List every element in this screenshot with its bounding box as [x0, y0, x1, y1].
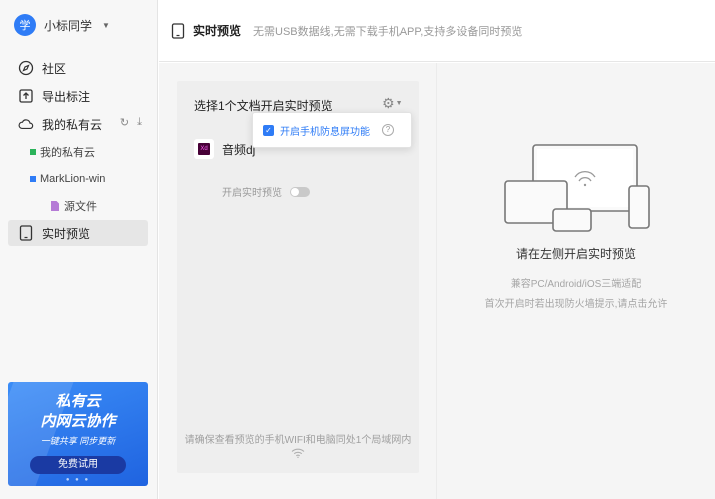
download-icon[interactable]: ⤓: [137, 116, 142, 129]
free-trial-button[interactable]: 免费试用: [30, 456, 126, 474]
devices-illustration: [503, 143, 653, 236]
cloud-icon: [18, 116, 34, 132]
screen-awake-checkbox[interactable]: ✓: [263, 124, 274, 136]
caret-down-icon[interactable]: ▼: [396, 100, 403, 107]
refresh-icon[interactable]: ↻: [120, 116, 129, 129]
promo-banner[interactable]: 私有云 内网云协作 一键共享 同步更新 免费试用 ● ● ●: [8, 382, 148, 486]
live-preview-toggle[interactable]: [290, 186, 310, 197]
tablet-icon: [171, 22, 185, 39]
compass-icon: [18, 60, 34, 76]
cloud-actions: ↻ ⤓: [120, 116, 142, 129]
sidebar-subitem-label: MarkLion-win: [40, 173, 106, 185]
sidebar-item-label: 实时预览: [42, 226, 91, 241]
export-icon: [18, 88, 34, 104]
settings-menu[interactable]: ⚙ ▼: [382, 95, 403, 112]
xd-file-icon: Xd: [194, 139, 214, 159]
sidebar-item-export[interactable]: 导出标注: [8, 83, 148, 109]
network-note: 请确保查看预览的手机WIFI和电脑同处1个局域网内: [184, 435, 412, 446]
sidebar-nav: 社区 导出标注 我的私有云 ↻ ⤓ 我的私有云 MarkLion-win 源文件…: [8, 55, 148, 248]
preview-placeholder: 请在左侧开启实时预览 兼容PC/Android/iOS三端适配 首次开启时若出现…: [436, 63, 715, 499]
file-icon: [50, 200, 60, 212]
sidebar-item-live-preview[interactable]: 实时预览: [8, 220, 148, 246]
live-preview-toggle-row: 开启实时预览: [222, 184, 310, 199]
sidebar-item-label: 导出标注: [42, 89, 91, 104]
tablet-icon: [18, 225, 34, 241]
carousel-dots[interactable]: ● ● ●: [8, 477, 148, 483]
document-item[interactable]: Xd 音频dj: [194, 139, 255, 159]
sidebar-subitem-my-cloud[interactable]: 我的私有云: [8, 139, 148, 165]
placeholder-title: 请在左侧开启实时预览: [515, 247, 636, 261]
help-icon[interactable]: ?: [382, 124, 394, 136]
sidebar-subitem-label: 我的私有云: [40, 147, 95, 159]
placeholder-compat: 兼容PC/Android/iOS三端适配: [510, 279, 642, 290]
user-menu[interactable]: 学 小标同学 ▼: [14, 14, 110, 36]
page-title: 实时预览: [193, 24, 242, 38]
toggle-label: 开启实时预览: [222, 188, 282, 199]
sidebar-item-community[interactable]: 社区: [8, 55, 148, 81]
cloud-color-dot: [30, 149, 36, 155]
xd-badge: Xd: [198, 143, 210, 155]
chevron-down-icon[interactable]: ▼: [102, 21, 110, 30]
gear-icon[interactable]: ⚙: [382, 95, 395, 112]
page-subtitle: 无需USB数据线,无需下载手机APP,支持多设备同时预览: [253, 25, 523, 38]
sidebar: 学 小标同学 ▼ 社区 导出标注 我的私有云 ↻ ⤓ 我的私有云 MarkLio…: [0, 0, 158, 499]
sidebar-item-label: 社区: [42, 61, 67, 76]
sidebar-item-cloud[interactable]: 我的私有云 ↻ ⤓: [8, 111, 148, 137]
document-name: 音频dj: [222, 142, 256, 157]
screen-awake-label[interactable]: 开启手机防息屏功能: [280, 123, 370, 138]
sidebar-subitem-label: 源文件: [64, 201, 97, 213]
banner-title-2: 内网云协作: [40, 413, 116, 430]
cloud-color-dot: [30, 176, 36, 182]
sidebar-item-label: 我的私有云: [42, 117, 103, 132]
user-name[interactable]: 小标同学: [44, 17, 92, 34]
banner-title-1: 私有云: [55, 393, 101, 410]
sidebar-subitem-source-files[interactable]: 源文件: [8, 193, 148, 219]
banner-tagline: 一键共享 同步更新: [40, 436, 116, 446]
wifi-icon: [177, 447, 419, 461]
page-header: 实时预览 无需USB数据线,无需下载手机APP,支持多设备同时预览: [159, 0, 715, 62]
settings-popup: ✓ 开启手机防息屏功能 ?: [252, 112, 412, 148]
sidebar-subitem-marklion-win[interactable]: MarkLion-win: [8, 166, 148, 192]
placeholder-firewall-note: 首次开启时若出现防火墙提示,请点击允许: [484, 299, 668, 310]
avatar[interactable]: 学: [14, 14, 36, 36]
